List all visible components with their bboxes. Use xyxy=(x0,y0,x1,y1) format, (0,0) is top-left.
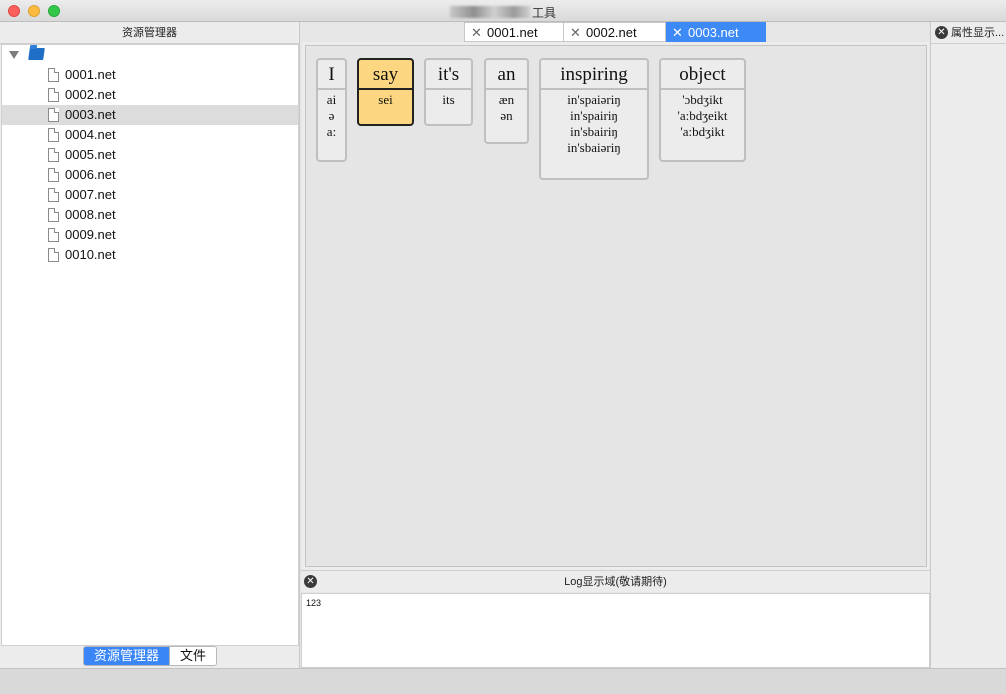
phonetic-line: 'a:bdʒeikt xyxy=(677,108,728,123)
explorer-panel: 资源管理器 0001.net 0002.net 0003.net 0004.net 00… xyxy=(0,22,300,668)
file-icon xyxy=(48,68,59,82)
word-card[interactable]: Iai ə a: xyxy=(316,58,347,162)
word-card[interactable]: object'ɔbdʒikt'a:bdʒeikt'a:bdʒikt xyxy=(659,58,746,162)
title-bar: 工具 xyxy=(0,0,1006,22)
title-redacted-block xyxy=(449,6,530,18)
properties-panel: ✕ 属性显示... xyxy=(930,22,1006,668)
properties-close-icon[interactable]: ✕ xyxy=(935,26,948,39)
word-card-phonetics: its xyxy=(426,90,471,108)
tree-item[interactable]: 0009.net xyxy=(2,225,298,245)
explorer-header: 资源管理器 xyxy=(0,22,299,44)
tree-root[interactable] xyxy=(2,45,298,65)
word-card-word: inspiring xyxy=(541,60,647,90)
phonetic-line: in'spaiəriŋ xyxy=(567,92,621,107)
tab-close-icon[interactable]: ✕ xyxy=(471,23,482,42)
file-icon xyxy=(48,88,59,102)
word-card-canvas: Iai ə a: say sei it's its an æn ən inspiring in'spa… xyxy=(305,45,927,567)
phonetic-line: in'spairiŋ xyxy=(570,108,618,123)
word-card-phonetics: æn ən xyxy=(486,90,527,124)
phonetic-line: in'sbaiəriŋ xyxy=(567,140,621,155)
file-tree: 0001.net 0002.net 0003.net 0004.net 0005.net… xyxy=(1,44,299,646)
explorer-tab-switcher: 资源管理器 文件 xyxy=(83,646,218,666)
editor-tab-bar: ✕ 0001.net ✕ 0002.net ✕ 0003.net xyxy=(464,22,766,42)
editor-tab[interactable]: ✕ 0002.net xyxy=(564,22,666,42)
tree-item-label: 0006.net xyxy=(65,167,116,182)
tree-item[interactable]: 0010.net xyxy=(2,245,298,265)
word-card-word: object xyxy=(661,60,744,90)
phonetic-line: 'ɔbdʒikt xyxy=(682,92,723,107)
properties-header: ✕ 属性显示... xyxy=(931,22,1006,44)
phonetic-line: ən xyxy=(500,108,513,123)
editor-area: Iai ə a: say sei it's its an æn ən inspiring in'spa… xyxy=(302,42,930,570)
tree-item[interactable]: 0004.net xyxy=(2,125,298,145)
disclosure-triangle-icon[interactable] xyxy=(9,51,19,59)
file-icon xyxy=(48,108,59,122)
phonetic-line: its xyxy=(442,92,455,107)
tree-item-label: 0007.net xyxy=(65,187,116,202)
word-card-phonetics: sei xyxy=(359,90,412,108)
phonetic-line: æn xyxy=(498,92,515,107)
log-header: ✕ Log显示域(敬请期待) xyxy=(301,570,930,592)
file-icon xyxy=(48,128,59,142)
window-title: 工具 xyxy=(0,4,1006,21)
phonetic-line: in'sbairiŋ xyxy=(570,124,618,139)
editor-tab[interactable]: ✕ 0003.net xyxy=(666,22,766,42)
tree-item-label: 0005.net xyxy=(65,147,116,162)
tree-item-label: 0004.net xyxy=(65,127,116,142)
log-close-icon[interactable]: ✕ xyxy=(304,575,317,588)
word-card[interactable]: an æn ən xyxy=(484,58,529,144)
word-card-word: say xyxy=(359,60,412,90)
status-bar xyxy=(0,668,1006,694)
tree-item-label: 0003.net xyxy=(65,107,116,122)
word-card-phonetics: in'spaiəriŋ in'spairiŋ in'sbairiŋ in'sbaiər… xyxy=(541,90,647,156)
window-title-text: 工具 xyxy=(531,6,556,20)
word-card[interactable]: it's its xyxy=(424,58,473,126)
editor-tab-label: 0003.net xyxy=(688,25,739,40)
word-card[interactable]: say sei xyxy=(357,58,414,126)
file-icon xyxy=(48,228,59,242)
word-card-phonetics: 'ɔbdʒikt'a:bdʒeikt'a:bdʒikt xyxy=(661,90,744,140)
phonetic-line: ə xyxy=(328,108,335,123)
tree-item[interactable]: 0001.net xyxy=(2,65,298,85)
word-card[interactable]: inspiring in'spaiəriŋ in'spairiŋ in'sbairiŋ… xyxy=(539,58,649,180)
tree-item[interactable]: 0005.net xyxy=(2,145,298,165)
file-icon xyxy=(48,248,59,262)
word-card-word: I xyxy=(318,60,345,90)
log-panel: ✕ Log显示域(敬请期待) 123 xyxy=(301,570,930,668)
log-title: Log显示域(敬请期待) xyxy=(564,576,667,588)
word-card-word: it's xyxy=(426,60,471,90)
tree-item[interactable]: 0003.net xyxy=(2,105,298,125)
tree-item-label: 0009.net xyxy=(65,227,116,242)
phonetic-line: ai xyxy=(326,92,337,107)
file-icon xyxy=(48,168,59,182)
file-icon xyxy=(48,208,59,222)
properties-title: 属性显示... xyxy=(951,27,1005,39)
tab-close-icon[interactable]: ✕ xyxy=(570,23,581,42)
phonetic-line: 'a:bdʒikt xyxy=(680,124,725,139)
tree-item[interactable]: 0006.net xyxy=(2,165,298,185)
word-card-word: an xyxy=(486,60,527,90)
phonetic-line: sei xyxy=(378,92,393,107)
editor-tab-label: 0001.net xyxy=(487,25,538,40)
explorer-bottom-tab[interactable]: 资源管理器 xyxy=(84,647,170,665)
tree-item-label: 0001.net xyxy=(65,67,116,82)
tree-item[interactable]: 0002.net xyxy=(2,85,298,105)
log-output: 123 xyxy=(301,593,930,668)
tab-close-icon[interactable]: ✕ xyxy=(672,23,683,42)
folder-icon xyxy=(28,48,45,60)
tree-item-label: 0010.net xyxy=(65,247,116,262)
tree-item-label: 0002.net xyxy=(65,87,116,102)
tree-item[interactable]: 0008.net xyxy=(2,205,298,225)
editor-tab[interactable]: ✕ 0001.net xyxy=(464,22,564,42)
explorer-bottom-tab[interactable]: 文件 xyxy=(169,647,217,665)
tree-item-label: 0008.net xyxy=(65,207,116,222)
file-icon xyxy=(48,188,59,202)
editor-tab-label: 0002.net xyxy=(586,25,637,40)
tree-item[interactable]: 0007.net xyxy=(2,185,298,205)
phonetic-line: a: xyxy=(326,124,337,139)
file-icon xyxy=(48,148,59,162)
word-card-phonetics: ai ə a: xyxy=(318,90,345,140)
